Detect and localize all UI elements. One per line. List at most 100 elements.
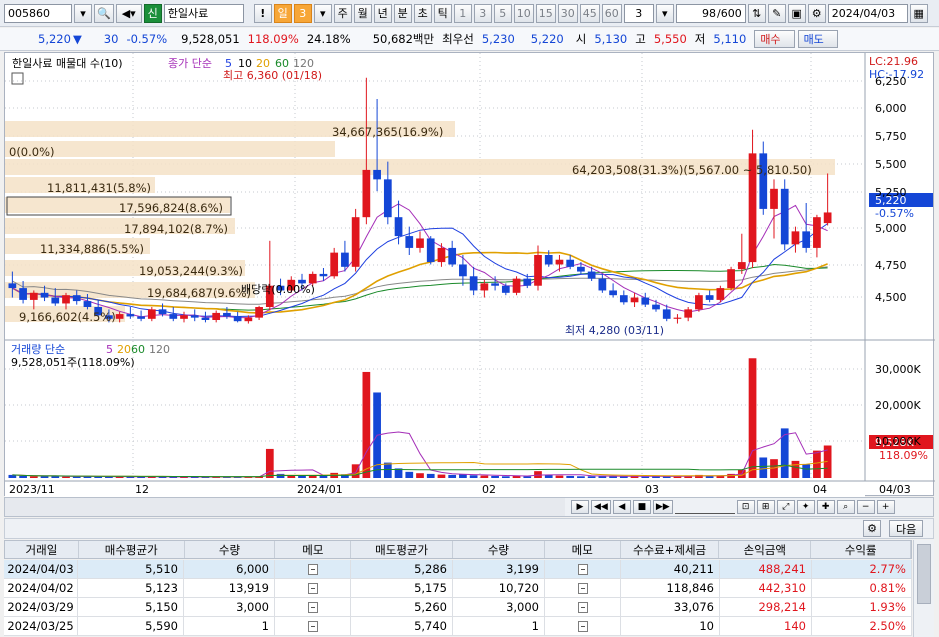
candle-body bbox=[169, 314, 178, 319]
period-day-button[interactable]: 일 bbox=[273, 3, 292, 23]
down-arrow-icon: ▼ bbox=[72, 32, 82, 46]
sell-quantity: 1 bbox=[453, 617, 545, 635]
zoom-slider[interactable] bbox=[674, 500, 735, 514]
period-week-button[interactable]: 주 bbox=[333, 3, 352, 23]
price-tick: 4,500 bbox=[875, 291, 907, 304]
memo-icon[interactable] bbox=[545, 617, 621, 635]
candlestick-chart[interactable]: 한일사료 매물대 수(10) 종가 단순 5 10 20 60 120 LC:2… bbox=[5, 53, 935, 497]
memo-icon[interactable] bbox=[545, 598, 621, 616]
period-count[interactable]: 3 bbox=[293, 3, 312, 23]
tool-icon[interactable]: ✦ bbox=[796, 500, 815, 514]
alert-button[interactable]: ! bbox=[253, 3, 272, 23]
fast-forward-icon[interactable]: ▶▶ bbox=[652, 500, 673, 514]
candle-body bbox=[62, 295, 70, 304]
memo-icon[interactable] bbox=[307, 582, 318, 594]
interval-45-button[interactable]: 45 bbox=[579, 3, 600, 23]
interval-3-button[interactable]: 3 bbox=[473, 3, 492, 23]
zoom-out-icon[interactable]: − bbox=[856, 500, 875, 514]
memo-icon[interactable] bbox=[577, 582, 588, 594]
min-price-label: 최저 4,280 (03/11) bbox=[565, 324, 664, 337]
stop-icon[interactable]: ■ bbox=[632, 500, 651, 514]
best-bid: 5,220 bbox=[530, 32, 564, 46]
stock-name-field[interactable]: 한일사료 bbox=[163, 3, 244, 23]
grid-settings-icon[interactable]: ⚙ bbox=[863, 520, 881, 537]
memo-icon[interactable] bbox=[275, 617, 351, 635]
table-row[interactable]: 2024/04/03 5,510 6,000 5,286 3,199 40,211 488,… bbox=[4, 560, 912, 579]
settings-icon[interactable]: ⚙ bbox=[807, 3, 826, 23]
interval-30-button[interactable]: 30 bbox=[557, 3, 578, 23]
save-icon[interactable]: ▣ bbox=[787, 3, 806, 23]
period-tick-button[interactable]: 틱 bbox=[433, 3, 452, 23]
date-field[interactable]: 2024/04/03 bbox=[827, 3, 908, 23]
tool-icon[interactable]: ✚ bbox=[816, 500, 835, 514]
volume-bar bbox=[748, 358, 757, 478]
memo-icon[interactable] bbox=[577, 620, 588, 632]
fee-tax: 40,211 bbox=[621, 560, 720, 578]
period-count-dropdown[interactable]: ▾ bbox=[313, 3, 332, 23]
scroll-track[interactable] bbox=[5, 498, 565, 516]
candle-body bbox=[180, 315, 188, 319]
grid-vertical-scrollbar[interactable] bbox=[913, 540, 934, 637]
step-back-icon[interactable]: ◀ bbox=[612, 500, 631, 514]
interval-60-button[interactable]: 60 bbox=[601, 3, 622, 23]
memo-icon[interactable] bbox=[307, 563, 318, 575]
period-month-button[interactable]: 월 bbox=[353, 3, 372, 23]
col-header: 수수료+제세금 bbox=[621, 541, 720, 558]
buy-button[interactable]: 매수 bbox=[754, 30, 795, 48]
interval-5-button[interactable]: 5 bbox=[493, 3, 512, 23]
data-count-field[interactable]: 98/600 bbox=[675, 3, 746, 23]
interval-dropdown[interactable]: ▾ bbox=[655, 3, 674, 23]
table-row[interactable]: 2024/03/25 5,590 1 5,740 1 10 140 2.50% bbox=[4, 617, 912, 636]
candle-body bbox=[780, 188, 789, 245]
chart-type-icon[interactable]: ⇅ bbox=[747, 3, 766, 23]
memo-icon[interactable] bbox=[275, 598, 351, 616]
price-tick: 6,000 bbox=[875, 102, 907, 115]
code-dropdown-button[interactable]: ▾ bbox=[74, 3, 92, 23]
table-row[interactable]: 2024/03/29 5,150 3,000 5,260 3,000 33,076 298,… bbox=[4, 598, 912, 617]
fee-tax: 33,076 bbox=[621, 598, 720, 616]
current-change-tag: -0.57% bbox=[875, 207, 914, 220]
price-tick: 6,250 bbox=[875, 75, 907, 88]
table-row[interactable]: 2024/04/02 5,123 13,919 5,175 10,720 118,846 4… bbox=[4, 579, 912, 598]
candle-body bbox=[813, 217, 821, 248]
tool-icon[interactable]: ⤢ bbox=[776, 500, 795, 514]
play-right-icon[interactable]: ▶ bbox=[571, 500, 589, 514]
tool-icon[interactable]: ⊡ bbox=[736, 500, 755, 514]
calendar-icon[interactable]: ▦ bbox=[909, 3, 928, 23]
candle-body bbox=[609, 290, 617, 296]
zoom-icon[interactable]: ⌕ bbox=[836, 500, 855, 514]
scroll-thumb[interactable] bbox=[917, 544, 931, 604]
period-year-button[interactable]: 년 bbox=[373, 3, 392, 23]
stock-chart-panel[interactable]: 한일사료 매물대 수(10) 종가 단순 5 10 20 60 120 LC:2… bbox=[4, 52, 935, 497]
memo-icon[interactable] bbox=[275, 560, 351, 578]
sell-button[interactable]: 매도 bbox=[797, 30, 838, 48]
zoom-in-icon[interactable]: + bbox=[876, 500, 895, 514]
memo-icon[interactable] bbox=[275, 579, 351, 597]
draw-tool-icon[interactable]: ✎ bbox=[767, 3, 786, 23]
candle-body bbox=[244, 317, 253, 322]
interval-1-button[interactable]: 1 bbox=[453, 3, 472, 23]
interval-10-button[interactable]: 10 bbox=[513, 3, 534, 23]
memo-icon[interactable] bbox=[577, 563, 588, 575]
period-minute-button[interactable]: 분 bbox=[393, 3, 412, 23]
interval-value[interactable]: 3 bbox=[623, 3, 654, 23]
speaker-icon[interactable]: ◀▾ bbox=[115, 3, 142, 23]
volume-bar bbox=[62, 476, 70, 478]
period-second-button[interactable]: 초 bbox=[413, 3, 432, 23]
volume-bar bbox=[791, 460, 800, 478]
memo-icon[interactable] bbox=[307, 620, 318, 632]
candle-body bbox=[759, 153, 768, 209]
chart-scroll-bar[interactable]: ▶ ◀◀ ◀ ■ ▶▶ ⊡ ⊞ ⤢ ✦ ✚ ⌕ − + bbox=[4, 497, 934, 517]
memo-icon[interactable] bbox=[545, 560, 621, 578]
search-icon[interactable]: 🔍 bbox=[94, 3, 114, 23]
stock-code-input[interactable]: 005860 bbox=[4, 3, 72, 23]
price-tick: 5,000 bbox=[875, 222, 907, 235]
memo-icon[interactable] bbox=[545, 579, 621, 597]
rewind-icon[interactable]: ◀◀ bbox=[591, 500, 611, 514]
interval-15-button[interactable]: 15 bbox=[535, 3, 556, 23]
volume-bar bbox=[405, 471, 414, 478]
memo-icon[interactable] bbox=[577, 601, 588, 613]
tool-icon[interactable]: ⊞ bbox=[756, 500, 775, 514]
next-button[interactable]: 다음 bbox=[889, 520, 924, 537]
memo-icon[interactable] bbox=[307, 601, 318, 613]
